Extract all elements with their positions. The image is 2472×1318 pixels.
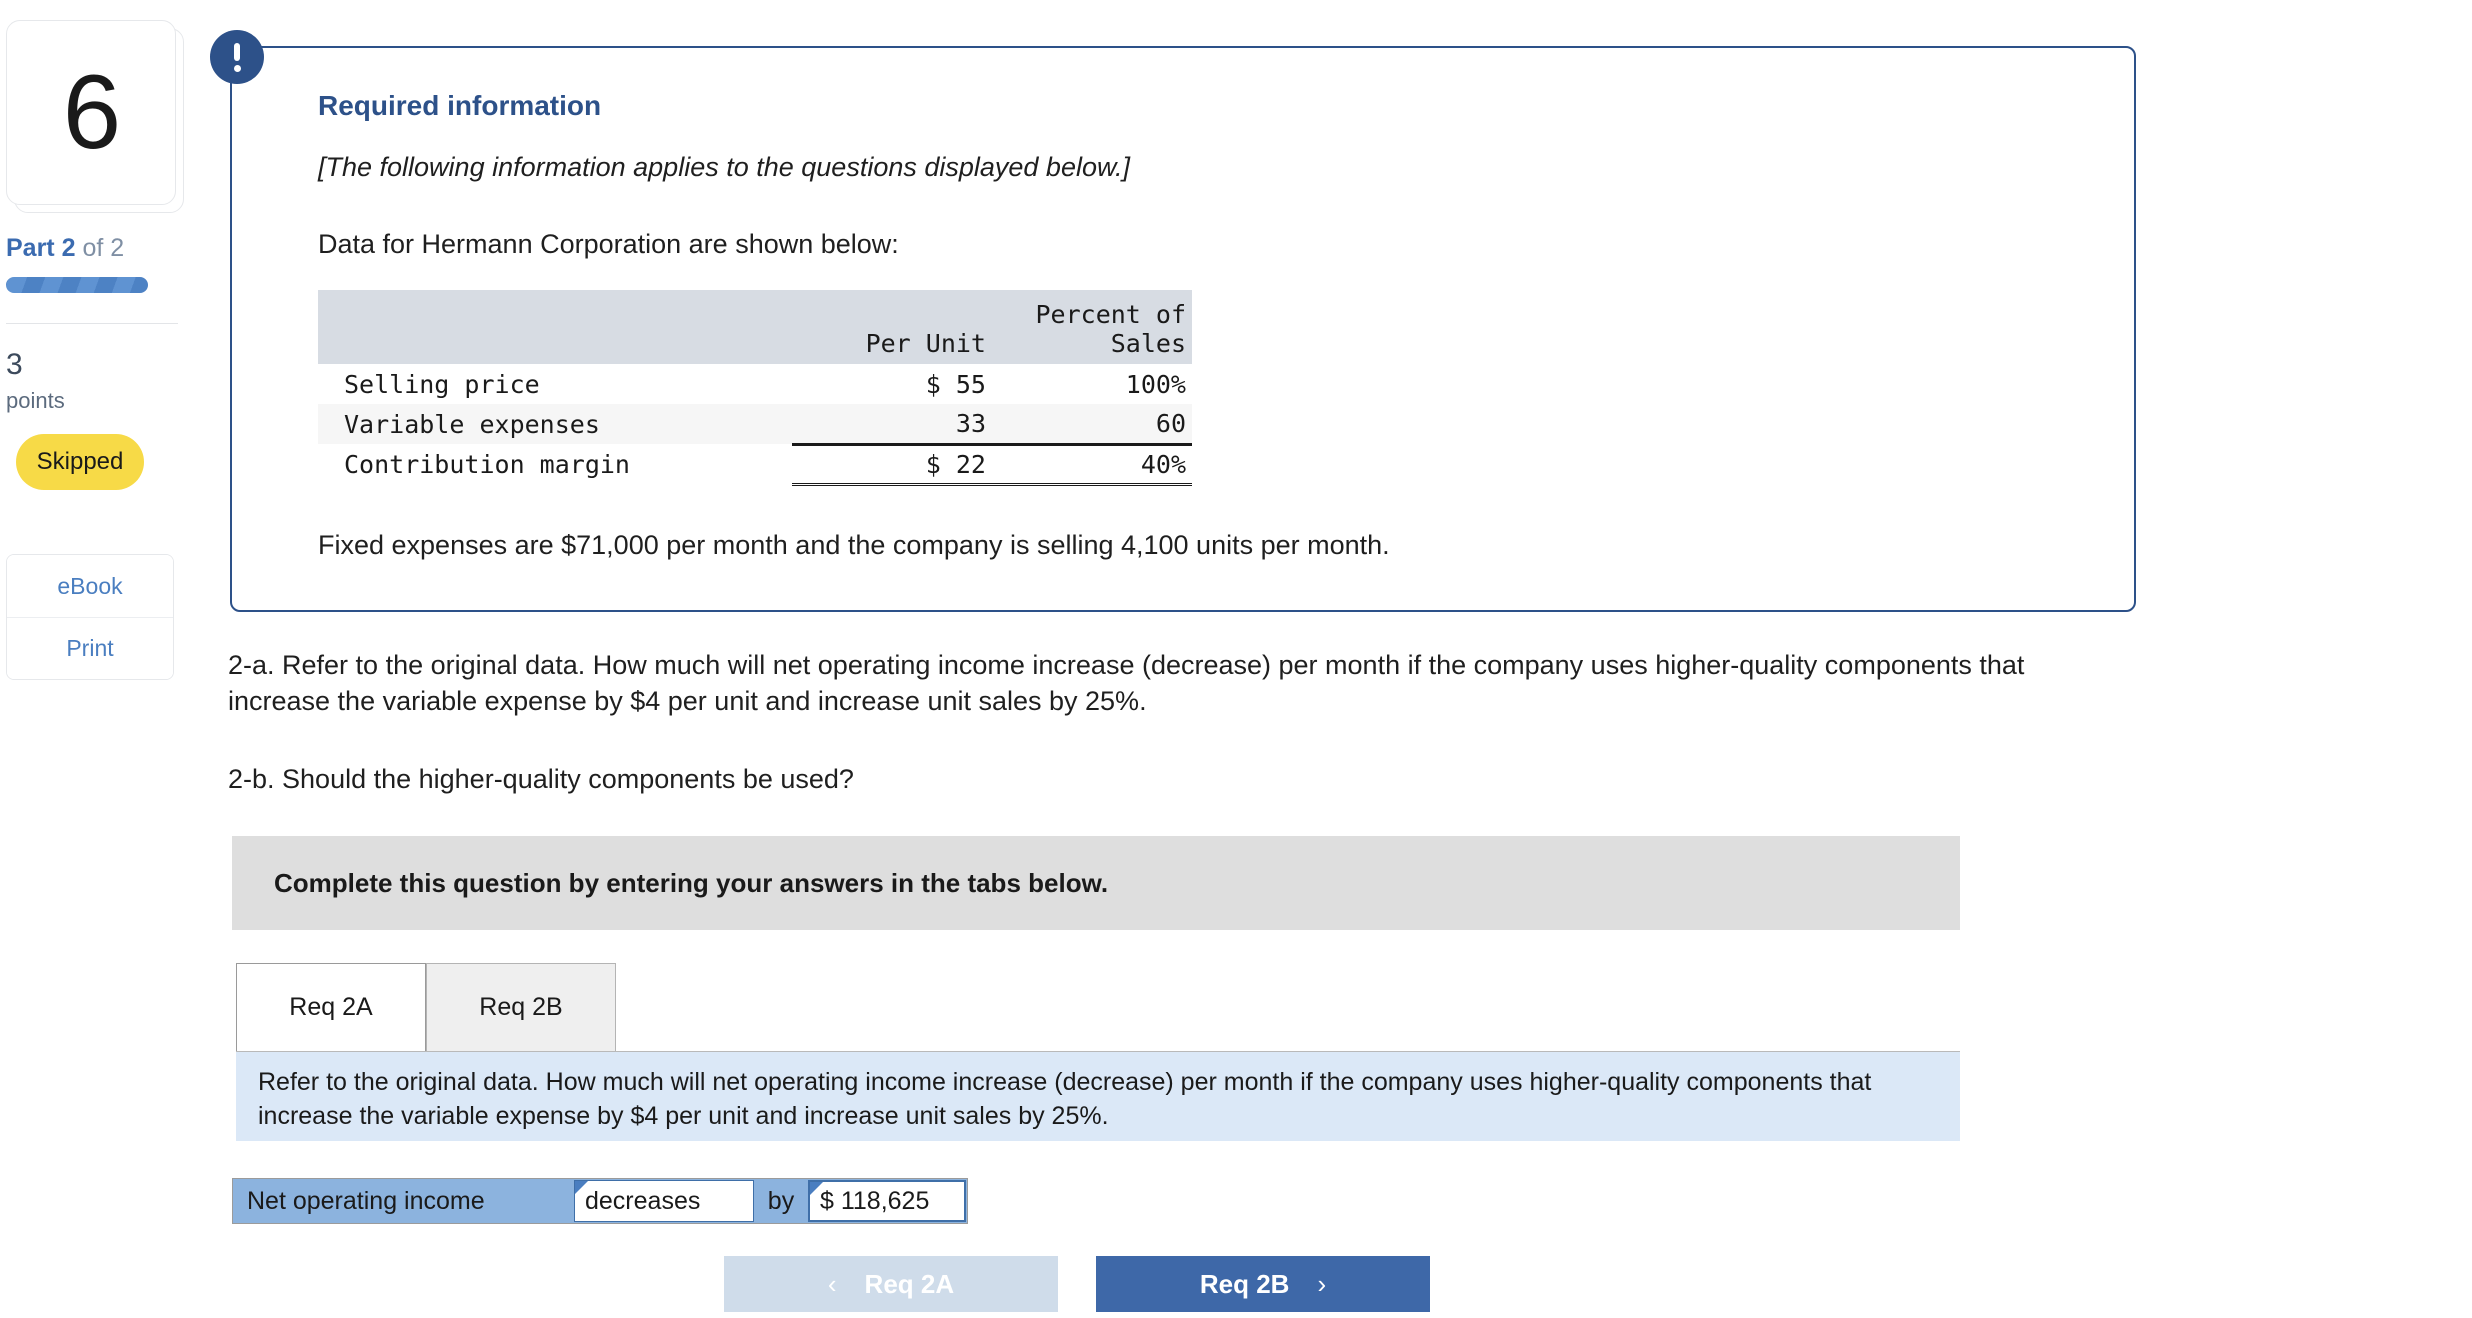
question-number-card: 6	[0, 14, 186, 214]
part-prefix: Part	[6, 234, 62, 262]
tab-req-2a[interactable]: Req 2A	[236, 963, 426, 1051]
amount-input-value: $ 118,625	[820, 1186, 930, 1215]
question-card-front: 6	[6, 20, 176, 205]
question-sidebar: 6 Part 2 of 2 3 points Skipped eBook Pri…	[0, 0, 190, 1318]
exclamation-bar	[234, 43, 240, 61]
exclamation-icon	[210, 30, 264, 84]
table-header-row: Per Unit Percent of Sales	[318, 290, 1192, 364]
answer-entry-row: Net operating income decreases by $ 118,…	[232, 1178, 968, 1224]
print-button[interactable]: Print	[7, 617, 173, 679]
question-2b-text: 2-b. Should the higher-quality component…	[228, 764, 854, 794]
answer-row-label: Net operating income	[233, 1179, 573, 1223]
row-value-variable-expenses-percent: 60	[992, 404, 1192, 446]
table-row: Variable expenses 33 60	[318, 404, 1192, 446]
part-suffix: of 2	[75, 234, 125, 262]
complete-question-text: Complete this question by entering your …	[274, 867, 1109, 898]
answer-row-connector: by	[755, 1179, 807, 1223]
tab-req-2b[interactable]: Req 2B	[426, 963, 616, 1051]
row-value-variable-expenses-per-unit: 33	[792, 404, 992, 446]
required-information-panel: Required information [The following info…	[230, 46, 2136, 612]
fixed-expenses-text: Fixed expenses are $71,000 per month and…	[318, 529, 1390, 560]
sidebar-tools: eBook Print	[6, 554, 174, 680]
requirement-tabs: Req 2A Req 2B	[236, 963, 616, 1051]
exclamation-dot	[233, 65, 241, 72]
part-progress-bar	[6, 277, 148, 293]
contribution-margin-table: Per Unit Percent of Sales Selling price …	[318, 290, 1192, 486]
row-label-selling-price: Selling price	[344, 369, 540, 399]
table-header: Per Unit Percent of Sales	[318, 290, 1192, 364]
header-percent-line2: Sales	[1110, 329, 1186, 358]
row-label-variable-expenses: Variable expenses	[318, 404, 792, 444]
status-badge: Skipped	[16, 434, 144, 490]
input-corner-icon	[810, 1182, 823, 1195]
part-indicator: Part 2 of 2	[6, 234, 190, 263]
complete-question-banner: Complete this question by entering your …	[232, 836, 1960, 930]
table-row: Contribution margin $ 22 40%	[318, 444, 1192, 486]
header-percent-of-sales: Percent of Sales	[992, 290, 1192, 364]
requirement-navigation: ‹ Req 2A Req 2B ›	[724, 1256, 1430, 1312]
next-requirement-label: Req 2B	[1199, 1268, 1290, 1299]
chevron-right-icon: ›	[1317, 1268, 1327, 1299]
header-per-unit: Per Unit	[792, 290, 992, 364]
applies-note: [The following information applies to th…	[318, 152, 1130, 182]
sidebar-divider	[6, 323, 178, 324]
header-blank	[318, 290, 792, 364]
prev-requirement-button[interactable]: ‹ Req 2A	[724, 1256, 1058, 1312]
prev-requirement-label: Req 2A	[864, 1268, 955, 1299]
question-number: 6	[62, 54, 121, 171]
data-intro-text: Data for Hermann Corporation are shown b…	[318, 229, 899, 259]
points-value: 3	[6, 348, 23, 381]
assignment-page: 6 Part 2 of 2 3 points Skipped eBook Pri…	[0, 0, 2472, 1318]
row-value-selling-price-per-unit: $ 55	[925, 369, 986, 399]
next-requirement-button[interactable]: Req 2B ›	[1096, 1256, 1430, 1312]
part-current: 2	[61, 234, 76, 262]
row-label-contribution-margin: Contribution margin	[344, 449, 630, 479]
question-2a-text: 2-a. Refer to the original data. How muc…	[228, 650, 2025, 716]
chevron-left-icon: ‹	[827, 1268, 837, 1299]
direction-dropdown-value: decreases	[585, 1186, 701, 1215]
direction-dropdown[interactable]: decreases	[574, 1180, 754, 1222]
row-value-selling-price-percent: 100%	[1125, 369, 1186, 399]
table-row: Selling price $ 55 100%	[318, 364, 1192, 404]
dropdown-corner-icon	[575, 1181, 588, 1194]
tab-instruction-text: Refer to the original data. How much wil…	[236, 1051, 1960, 1141]
ebook-button[interactable]: eBook	[7, 555, 173, 617]
amount-input[interactable]: $ 118,625	[808, 1180, 966, 1222]
table-body: Selling price $ 55 100% Variable expense…	[318, 364, 1192, 486]
row-value-contribution-margin-percent: 40%	[992, 444, 1192, 486]
row-value-contribution-margin-per-unit: $ 22	[792, 444, 992, 486]
points-label: points	[6, 388, 65, 413]
required-information-title: Required information	[318, 90, 602, 121]
header-percent-line1: Percent of	[1035, 300, 1186, 329]
